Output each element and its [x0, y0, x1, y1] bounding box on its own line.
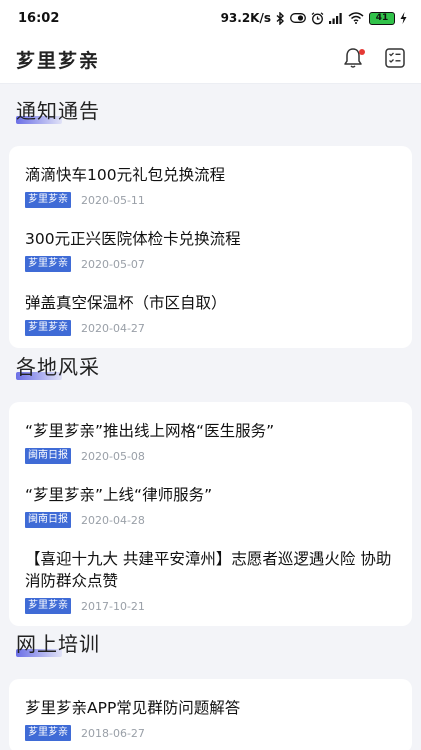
section-title-notices: 通知通告	[16, 99, 100, 124]
status-bar: 16:02 93.2K/s 41	[0, 0, 421, 36]
net-speed: 93.2K/s	[220, 11, 271, 25]
item-date: 2020-04-28	[81, 513, 145, 527]
item-date: 2020-04-27	[81, 321, 145, 335]
source-tag: 闽南日报	[25, 448, 71, 464]
status-icons: 93.2K/s 41	[221, 11, 407, 25]
alarm-icon	[311, 11, 324, 25]
bluetooth-icon	[276, 11, 285, 25]
item-date: 2020-05-11	[81, 193, 145, 207]
section-title-training: 网上培训	[16, 632, 100, 657]
notification-dot	[359, 48, 365, 55]
notifications-button[interactable]	[341, 47, 365, 72]
source-tag: 闽南日报	[25, 512, 71, 528]
app-title: 芗里芗亲	[16, 50, 101, 72]
checklist-button[interactable]	[383, 47, 407, 72]
wifi-icon	[348, 12, 364, 24]
status-time: 16:02	[18, 10, 60, 26]
training-card: 芗里芗亲APP常见群防问题解答 芗里芗亲 2018-06-27	[9, 679, 412, 750]
header-actions	[341, 47, 407, 72]
app-header: 芗里芗亲	[0, 36, 421, 84]
charging-icon	[400, 12, 407, 24]
item-title: 芗里芗亲APP常见群防问题解答	[25, 699, 241, 717]
list-item[interactable]: 300元正兴医院体检卡兑换流程 芗里芗亲 2020-05-07	[25, 216, 396, 280]
source-tag: 芗里芗亲	[25, 598, 71, 614]
list-item[interactable]: 滴滴快车100元礼包兑换流程 芗里芗亲 2020-05-11	[25, 152, 396, 216]
source-tag: 芗里芗亲	[25, 725, 71, 741]
list-item[interactable]: “芗里芗亲”推出线上网格“医生服务” 闽南日报 2020-05-08	[25, 408, 396, 472]
item-title: “芗里芗亲”推出线上网格“医生服务”	[25, 422, 275, 440]
item-title: 滴滴快车100元礼包兑换流程	[25, 166, 226, 184]
battery-icon: 41	[369, 11, 395, 25]
list-item[interactable]: 【喜迎十九大 共建平安漳州】志愿者巡逻遇火险 协助消防群众点赞 芗里芗亲 201…	[25, 536, 396, 622]
item-date: 2020-05-07	[81, 257, 145, 271]
notices-card: 滴滴快车100元礼包兑换流程 芗里芗亲 2020-05-11 300元正兴医院体…	[9, 146, 412, 348]
source-tag: 芗里芗亲	[25, 192, 71, 208]
checklist-icon	[385, 47, 405, 72]
source-tag: 芗里芗亲	[25, 320, 71, 336]
regional-card: “芗里芗亲”推出线上网格“医生服务” 闽南日报 2020-05-08 “芗里芗亲…	[9, 402, 412, 626]
list-item[interactable]: “芗里芗亲”上线“律师服务” 闽南日报 2020-04-28	[25, 472, 396, 536]
toggle-icon	[290, 13, 306, 23]
item-date: 2020-05-08	[81, 449, 145, 463]
list-item[interactable]: 芗里芗亲APP常见群防问题解答 芗里芗亲 2018-06-27	[25, 685, 396, 749]
item-title: 弹盖真空保温杯（市区自取）	[25, 294, 227, 312]
item-title: 300元正兴医院体检卡兑换流程	[25, 230, 241, 248]
section-title-regional: 各地风采	[16, 355, 100, 380]
item-date: 2018-06-27	[81, 726, 145, 740]
list-item[interactable]: 弹盖真空保温杯（市区自取） 芗里芗亲 2020-04-27	[25, 280, 396, 344]
item-date: 2017-10-21	[81, 599, 145, 613]
item-title: “芗里芗亲”上线“律师服务”	[25, 486, 213, 504]
source-tag: 芗里芗亲	[25, 256, 71, 272]
item-title: 【喜迎十九大 共建平安漳州】志愿者巡逻遇火险 协助消防群众点赞	[25, 550, 392, 590]
signal-icon	[329, 12, 343, 24]
